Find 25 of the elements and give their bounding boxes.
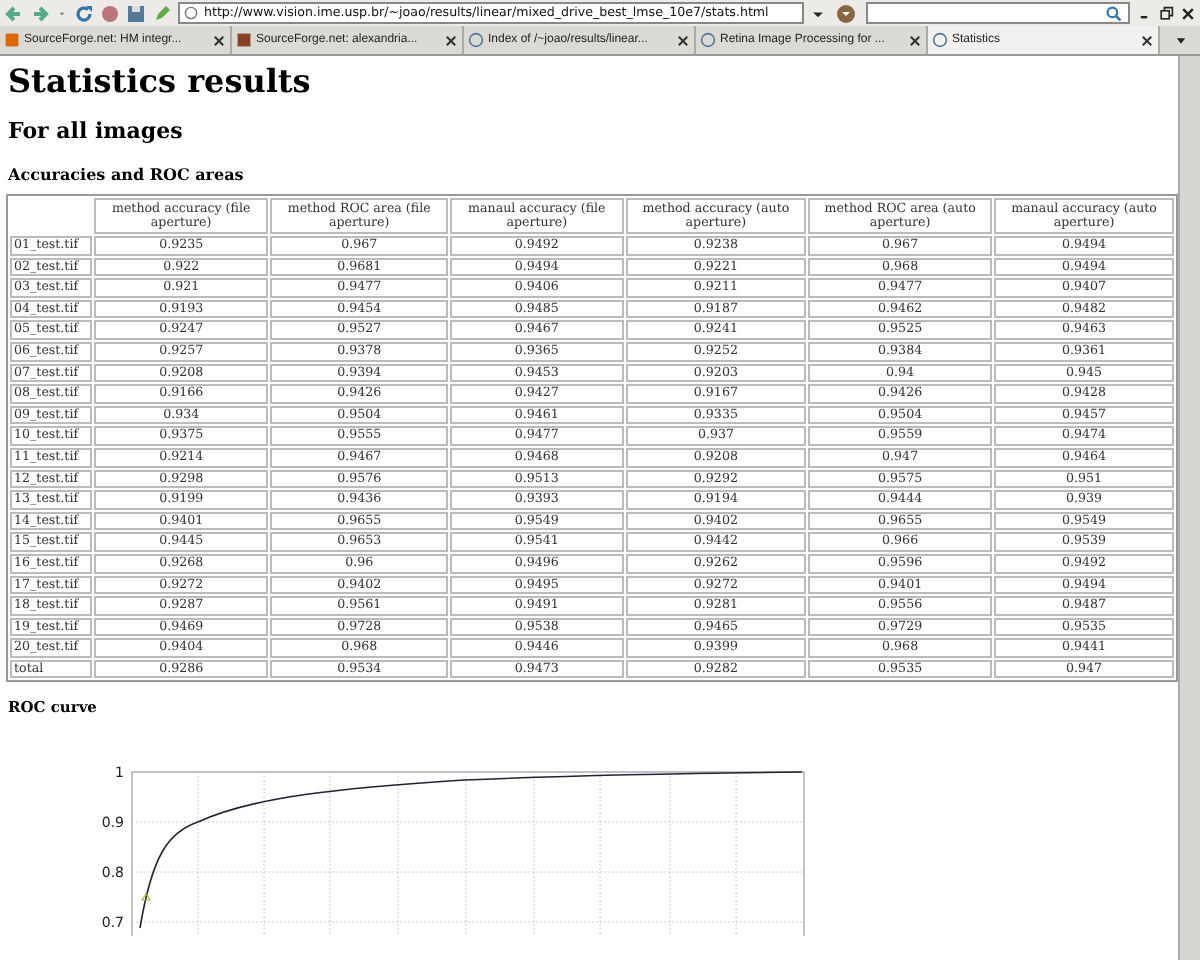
close-icon[interactable] [676,33,690,47]
favicon-icon [4,32,20,48]
section-heading: Accuracies and ROC areas [8,164,246,184]
page-subtitle: For all images [8,118,185,144]
marker-icon [140,893,152,902]
close-icon[interactable] [1180,3,1196,23]
search-icon [1106,5,1122,21]
close-icon[interactable] [908,33,922,47]
reload-icon[interactable] [74,3,94,23]
favicon-icon [700,32,716,48]
favicon-icon [236,32,252,48]
close-icon[interactable] [1140,33,1154,47]
page-icon [184,6,198,20]
stop-icon[interactable] [100,3,120,23]
close-icon[interactable] [444,33,458,47]
search-engine-icon[interactable] [832,3,860,23]
restore-icon[interactable] [1158,3,1174,23]
save-icon[interactable] [126,3,146,23]
dropdown-arrow-icon[interactable] [1173,33,1187,47]
close-icon[interactable] [212,33,226,47]
favicon-icon [932,32,948,48]
scrollbar[interactable] [1178,56,1200,960]
page-title: Statistics results [8,62,313,100]
search-field[interactable] [866,2,1130,24]
favicon-icon [468,32,484,48]
